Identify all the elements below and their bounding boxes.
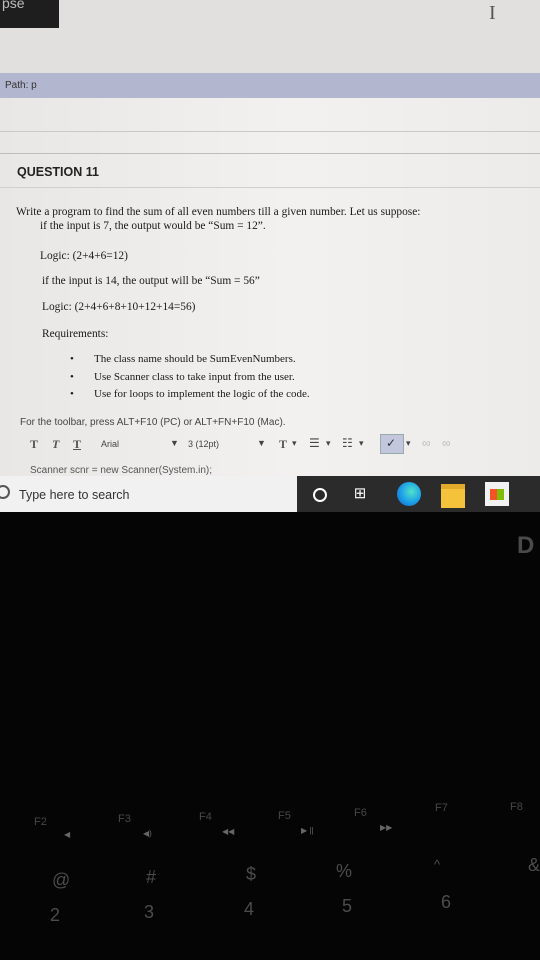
italic-button[interactable]: T [52,437,59,452]
f7-key[interactable]: F7 [435,802,448,814]
f8-key[interactable]: F8 [510,801,523,813]
windows-taskbar: Type here to search ⊞ [0,476,540,512]
text-cursor-icon: I [489,2,496,24]
editor-toolbar: T T T Arial ▼ 3 (12pt) ▼ T ▾ ☰ ▾ ☷ ▾ ✓ ▾… [30,434,540,456]
link-icon[interactable]: ∞ [422,436,431,450]
path-label: Path: p [5,80,37,91]
key-4[interactable]: 4 [244,899,254,920]
bold-button[interactable]: T [30,437,38,452]
chevron-down-icon[interactable]: ▾ [292,438,297,449]
unlink-icon[interactable]: ∞ [442,436,451,450]
spellcheck-button[interactable]: ✓ [380,434,404,454]
font-size-select[interactable]: 3 (12pt) [188,439,219,449]
chevron-down-icon[interactable]: ▾ [359,438,364,449]
store-icon[interactable] [485,482,509,506]
requirement-text: Use for loops to implement the logic of … [94,388,310,400]
logic-line-2: Logic: (2+4+6+8+10+12+14=56) [42,301,196,313]
browser-top-area: pse I [0,0,540,74]
ampersand-symbol: & [528,855,540,875]
taskbar-search[interactable]: Type here to search [0,476,297,512]
monitor-screen: pse I Path: p QUESTION 11 Write a progra… [0,0,540,512]
divider [0,131,540,132]
font-family-select[interactable]: Arial [101,439,119,449]
volume-up-icon: ◀) [143,829,152,838]
numbered-list-icon[interactable]: ☷ [342,436,353,450]
question-prompt-line-1: Write a program to find the sum of all e… [16,206,421,218]
question-prompt-line-2: if the input is 7, the output would be “… [40,220,266,232]
editor-content[interactable]: Scanner scnr = new Scanner(System.in); [30,465,212,476]
f4-key[interactable]: F4 [199,811,212,823]
file-explorer-icon[interactable] [441,484,465,508]
previous-track-icon: ◀◀ [222,827,235,836]
divider [0,153,540,154]
search-icon [0,485,10,499]
chevron-down-icon[interactable]: ▼ [257,438,266,448]
example-line-2: if the input is 14, the output will be “… [42,275,260,287]
requirements-label: Requirements: [42,328,109,340]
f2-key[interactable]: F2 [34,816,47,828]
key-2[interactable]: 2 [50,905,60,926]
laptop-brand-letter: D [517,532,535,559]
caret-symbol: ^ [434,857,441,872]
chevron-down-icon[interactable]: ▼ [170,438,179,448]
dollar-symbol: $ [246,864,257,884]
question-title: QUESTION 11 [17,165,99,179]
search-placeholder: Type here to search [19,488,130,502]
volume-down-icon: ◀ [64,830,71,839]
browser-tab[interactable]: pse [0,0,59,28]
cortana-icon[interactable] [307,482,331,506]
key-6[interactable]: 6 [441,892,451,913]
f3-key[interactable]: F3 [118,813,131,825]
play-pause-icon: ▶ || [301,826,314,835]
requirement-text: Use Scanner class to take input from the… [94,371,295,383]
spellcheck-icon: ✓ [386,436,397,450]
divider [0,187,540,188]
edge-browser-icon[interactable] [397,482,421,506]
underline-button[interactable]: T [73,437,81,452]
hash-symbol: # [146,867,157,887]
requirement-text: The class name should be SumEvenNumbers. [94,353,296,365]
text-color-button[interactable]: T [279,437,287,452]
logic-line-1: Logic: (2+4+6=12) [40,250,128,262]
at-symbol: @ [52,870,71,890]
toolbar-hint: For the toolbar, press ALT+F10 (PC) or A… [20,417,286,428]
f5-key[interactable]: F5 [278,810,291,822]
next-track-icon: ▶▶ [380,823,393,832]
bullet-list-icon[interactable]: ☰ [309,436,320,450]
f6-key[interactable]: F6 [354,807,367,819]
path-bar: Path: p [0,73,540,98]
key-5[interactable]: 5 [342,896,352,917]
task-view-icon[interactable]: ⊞ [348,482,372,506]
key-3[interactable]: 3 [144,902,154,923]
chevron-down-icon[interactable]: ▾ [326,438,331,449]
chevron-down-icon[interactable]: ▾ [406,438,411,449]
percent-symbol: % [336,861,353,881]
tab-label: pse [2,0,25,11]
